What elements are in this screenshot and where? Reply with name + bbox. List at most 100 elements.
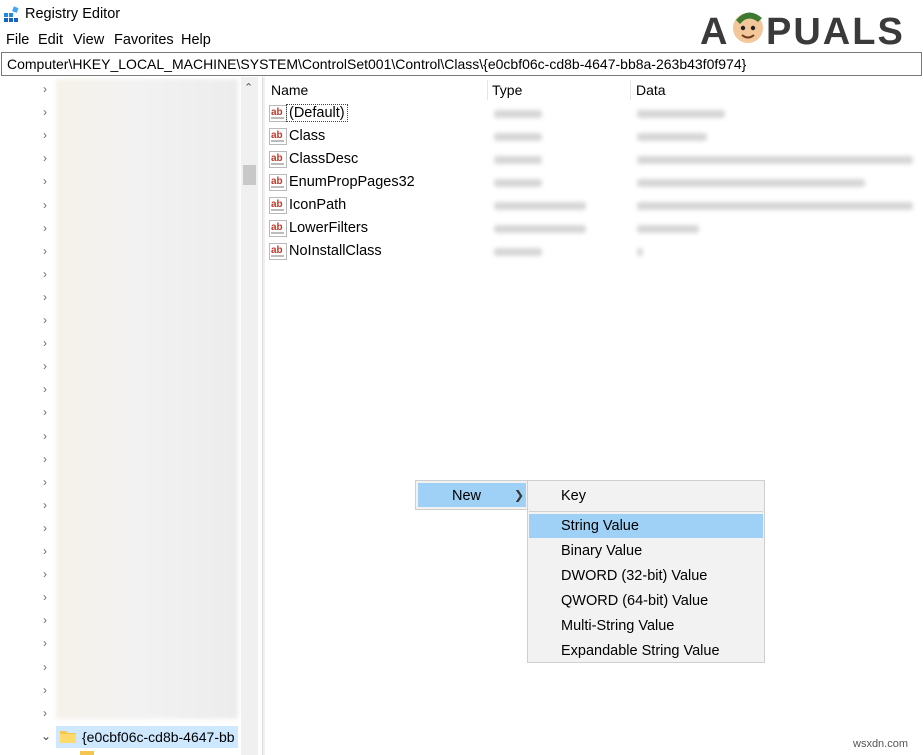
data-cell-redacted [637,110,725,118]
key-tree-pane[interactable]: › › › › › › › › › › › › › › › › › › › › › › › › › › › › ⌄ {e0cbf06c… [0,77,262,755]
ab-string-icon: ab [269,151,287,168]
svg-text:ab: ab [271,222,283,233]
value-row[interactable]: ab Class [265,126,923,148]
tree-node-label[interactable]: {e0cbf06c-cd8b-4647-bb [82,729,235,745]
chevron-right-icon[interactable]: › [43,475,53,489]
ab-string-icon: ab [269,243,287,260]
svg-text:ab: ab [271,176,283,187]
chevron-right-icon[interactable]: › [43,290,53,304]
data-cell-redacted [637,156,913,164]
address-bar[interactable]: Computer\HKEY_LOCAL_MACHINE\SYSTEM\Contr… [1,52,922,76]
menu-view[interactable]: View [73,32,104,48]
submenu-item-label: Key [561,488,586,504]
menu-help[interactable]: Help [181,32,211,48]
submenu-item-label: Expandable String Value [561,643,720,659]
chevron-right-icon[interactable]: › [43,636,53,650]
tree-scrollbar[interactable]: ⌃ [241,77,258,755]
chevron-right-icon[interactable]: › [43,498,53,512]
address-path: Computer\HKEY_LOCAL_MACHINE\SYSTEM\Contr… [7,56,747,72]
menu-file[interactable]: File [6,32,29,48]
value-name: EnumPropPages32 [289,174,415,190]
chevron-right-icon[interactable]: › [43,521,53,535]
submenu-item-label: Binary Value [561,543,643,559]
type-cell-redacted [494,179,542,187]
chevron-right-icon[interactable]: › [43,544,53,558]
type-cell-redacted [494,202,586,210]
chevron-down-icon[interactable]: ⌄ [41,729,51,743]
data-cell-redacted [637,248,643,256]
tree-blurred-content [56,79,238,719]
submenu-item-label: DWORD (32-bit) Value [561,568,708,584]
chevron-right-icon[interactable]: › [43,405,53,419]
value-row[interactable]: ab (Default) [265,103,923,125]
ab-string-icon: ab [269,128,287,145]
type-cell-redacted [494,248,542,256]
chevron-right-icon[interactable]: › [43,613,53,627]
chevron-right-icon[interactable]: › [43,382,53,396]
submenu-item-qword-value[interactable]: QWORD (64-bit) Value [529,589,763,613]
chevron-right-icon[interactable]: › [43,151,53,165]
submenu-item-label: QWORD (64-bit) Value [561,593,709,609]
folder-icon [80,751,94,755]
chevron-right-icon[interactable]: › [43,174,53,188]
chevron-right-icon[interactable]: › [43,590,53,604]
chevron-right-icon[interactable]: › [43,313,53,327]
value-row[interactable]: ab EnumPropPages32 [265,172,923,194]
column-divider[interactable] [630,80,631,100]
chevron-right-icon[interactable]: › [43,429,53,443]
chevron-right-icon[interactable]: › [43,244,53,258]
chevron-right-icon[interactable]: › [43,706,53,720]
value-row[interactable]: ab NoInstallClass [265,241,923,263]
context-menu: New ❯ [415,480,528,510]
column-header-name[interactable]: Name [271,82,308,98]
chevron-right-icon[interactable]: › [43,128,53,142]
ab-string-icon: ab [269,220,287,237]
value-name: NoInstallClass [289,243,382,259]
value-name: (Default) [286,104,348,122]
chevron-right-icon[interactable]: › [43,660,53,674]
chevron-right-icon[interactable]: › [43,82,53,96]
window-title: Registry Editor [25,6,121,22]
scrollbar-thumb[interactable] [243,165,256,185]
svg-text:ab: ab [271,245,283,256]
chevron-right-icon[interactable]: › [43,683,53,697]
scroll-up-icon[interactable]: ⌃ [244,81,253,94]
value-name: IconPath [289,197,347,213]
value-row[interactable]: ab LowerFilters [265,218,923,240]
ab-string-icon: ab [269,197,287,214]
chevron-right-icon[interactable]: › [43,359,53,373]
value-row[interactable]: ab ClassDesc [265,149,923,171]
submenu-item-label: Multi-String Value [561,618,675,634]
folder-icon [60,731,76,743]
ab-string-icon: ab [269,105,287,122]
chevron-right-icon[interactable]: › [43,452,53,466]
menu-divider [529,511,763,512]
chevron-right-icon: ❯ [514,488,525,502]
column-header-data[interactable]: Data [636,82,666,98]
submenu-item-binary-value[interactable]: Binary Value [529,539,763,563]
context-menu-new[interactable]: New ❯ [418,483,526,507]
data-cell-redacted [637,225,699,233]
column-header-type[interactable]: Type [492,82,522,98]
type-cell-redacted [494,156,542,164]
submenu-item-string-value[interactable]: String Value [529,514,763,538]
submenu-item-expandable-string-value[interactable]: Expandable String Value [529,639,763,663]
chevron-right-icon[interactable]: › [43,336,53,350]
chevron-right-icon[interactable]: › [43,221,53,235]
submenu-item-multi-string-value[interactable]: Multi-String Value [529,614,763,638]
value-name: LowerFilters [289,220,368,236]
chevron-right-icon[interactable]: › [43,105,53,119]
data-cell-redacted [637,202,913,210]
menu-edit[interactable]: Edit [38,32,63,48]
context-menu-new-label: New [452,488,482,504]
value-row[interactable]: ab IconPath [265,195,923,217]
chevron-right-icon[interactable]: › [43,267,53,281]
chevron-right-icon[interactable]: › [43,198,53,212]
submenu-item-key[interactable]: Key [529,484,763,508]
column-divider[interactable] [487,80,488,100]
submenu-item-dword-value[interactable]: DWORD (32-bit) Value [529,564,763,588]
registry-editor-icon [4,6,19,22]
value-name: ClassDesc [289,151,359,167]
chevron-right-icon[interactable]: › [43,567,53,581]
menu-favorites[interactable]: Favorites [114,32,174,48]
